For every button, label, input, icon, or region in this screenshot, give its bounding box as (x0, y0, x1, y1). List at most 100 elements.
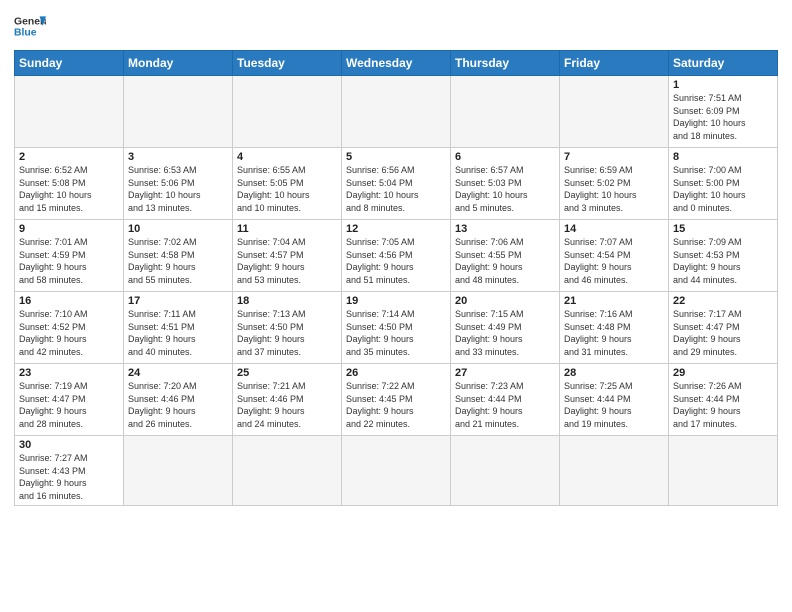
calendar-cell: 5Sunrise: 6:56 AM Sunset: 5:04 PM Daylig… (342, 148, 451, 220)
day-info: Sunrise: 6:55 AM Sunset: 5:05 PM Dayligh… (237, 164, 337, 214)
day-info: Sunrise: 7:26 AM Sunset: 4:44 PM Dayligh… (673, 380, 773, 430)
day-number: 26 (346, 367, 446, 379)
day-number: 20 (455, 295, 555, 307)
day-info: Sunrise: 7:19 AM Sunset: 4:47 PM Dayligh… (19, 380, 119, 430)
day-number: 10 (128, 223, 228, 235)
calendar-cell (560, 76, 669, 148)
day-info: Sunrise: 7:10 AM Sunset: 4:52 PM Dayligh… (19, 308, 119, 358)
day-info: Sunrise: 7:23 AM Sunset: 4:44 PM Dayligh… (455, 380, 555, 430)
calendar-cell: 4Sunrise: 6:55 AM Sunset: 5:05 PM Daylig… (233, 148, 342, 220)
day-number: 4 (237, 151, 337, 163)
calendar-cell: 14Sunrise: 7:07 AM Sunset: 4:54 PM Dayli… (560, 220, 669, 292)
calendar-cell: 8Sunrise: 7:00 AM Sunset: 5:00 PM Daylig… (669, 148, 778, 220)
day-number: 25 (237, 367, 337, 379)
calendar-cell: 24Sunrise: 7:20 AM Sunset: 4:46 PM Dayli… (124, 364, 233, 436)
calendar-cell (451, 436, 560, 506)
day-info: Sunrise: 7:22 AM Sunset: 4:45 PM Dayligh… (346, 380, 446, 430)
day-number: 9 (19, 223, 119, 235)
calendar-cell: 16Sunrise: 7:10 AM Sunset: 4:52 PM Dayli… (15, 292, 124, 364)
calendar-cell: 1Sunrise: 7:51 AM Sunset: 6:09 PM Daylig… (669, 76, 778, 148)
day-number: 15 (673, 223, 773, 235)
day-number: 22 (673, 295, 773, 307)
logo-icon: General Blue (14, 10, 46, 42)
calendar-row: 9Sunrise: 7:01 AM Sunset: 4:59 PM Daylig… (15, 220, 778, 292)
page: General Blue SundayMondayTuesdayWednesda… (0, 0, 792, 612)
calendar-cell (342, 436, 451, 506)
weekday-cell: Saturday (669, 51, 778, 76)
day-number: 18 (237, 295, 337, 307)
day-number: 30 (19, 439, 119, 451)
day-info: Sunrise: 7:04 AM Sunset: 4:57 PM Dayligh… (237, 236, 337, 286)
calendar-cell: 27Sunrise: 7:23 AM Sunset: 4:44 PM Dayli… (451, 364, 560, 436)
day-number: 8 (673, 151, 773, 163)
day-info: Sunrise: 7:27 AM Sunset: 4:43 PM Dayligh… (19, 452, 119, 502)
day-number: 2 (19, 151, 119, 163)
weekday-cell: Sunday (15, 51, 124, 76)
calendar-cell: 22Sunrise: 7:17 AM Sunset: 4:47 PM Dayli… (669, 292, 778, 364)
calendar-cell: 13Sunrise: 7:06 AM Sunset: 4:55 PM Dayli… (451, 220, 560, 292)
calendar-row: 2Sunrise: 6:52 AM Sunset: 5:08 PM Daylig… (15, 148, 778, 220)
calendar-cell: 29Sunrise: 7:26 AM Sunset: 4:44 PM Dayli… (669, 364, 778, 436)
calendar-cell: 19Sunrise: 7:14 AM Sunset: 4:50 PM Dayli… (342, 292, 451, 364)
calendar-cell: 15Sunrise: 7:09 AM Sunset: 4:53 PM Dayli… (669, 220, 778, 292)
weekday-cell: Tuesday (233, 51, 342, 76)
calendar-row: 1Sunrise: 7:51 AM Sunset: 6:09 PM Daylig… (15, 76, 778, 148)
calendar-cell (233, 76, 342, 148)
calendar-cell: 28Sunrise: 7:25 AM Sunset: 4:44 PM Dayli… (560, 364, 669, 436)
calendar-cell (124, 436, 233, 506)
day-number: 29 (673, 367, 773, 379)
day-number: 11 (237, 223, 337, 235)
calendar: SundayMondayTuesdayWednesdayThursdayFrid… (14, 50, 778, 506)
day-number: 1 (673, 79, 773, 91)
weekday-cell: Thursday (451, 51, 560, 76)
day-info: Sunrise: 7:06 AM Sunset: 4:55 PM Dayligh… (455, 236, 555, 286)
day-number: 13 (455, 223, 555, 235)
day-info: Sunrise: 7:14 AM Sunset: 4:50 PM Dayligh… (346, 308, 446, 358)
svg-text:Blue: Blue (14, 28, 37, 39)
day-info: Sunrise: 7:11 AM Sunset: 4:51 PM Dayligh… (128, 308, 228, 358)
calendar-cell (15, 76, 124, 148)
day-info: Sunrise: 7:01 AM Sunset: 4:59 PM Dayligh… (19, 236, 119, 286)
day-info: Sunrise: 7:21 AM Sunset: 4:46 PM Dayligh… (237, 380, 337, 430)
calendar-cell: 23Sunrise: 7:19 AM Sunset: 4:47 PM Dayli… (15, 364, 124, 436)
day-info: Sunrise: 7:13 AM Sunset: 4:50 PM Dayligh… (237, 308, 337, 358)
calendar-cell: 11Sunrise: 7:04 AM Sunset: 4:57 PM Dayli… (233, 220, 342, 292)
calendar-cell (451, 76, 560, 148)
day-info: Sunrise: 6:52 AM Sunset: 5:08 PM Dayligh… (19, 164, 119, 214)
calendar-cell (560, 436, 669, 506)
header-area: General Blue (14, 10, 778, 42)
day-info: Sunrise: 7:05 AM Sunset: 4:56 PM Dayligh… (346, 236, 446, 286)
weekday-cell: Friday (560, 51, 669, 76)
calendar-row: 30Sunrise: 7:27 AM Sunset: 4:43 PM Dayli… (15, 436, 778, 506)
day-info: Sunrise: 7:20 AM Sunset: 4:46 PM Dayligh… (128, 380, 228, 430)
calendar-cell: 12Sunrise: 7:05 AM Sunset: 4:56 PM Dayli… (342, 220, 451, 292)
day-info: Sunrise: 7:16 AM Sunset: 4:48 PM Dayligh… (564, 308, 664, 358)
calendar-cell: 10Sunrise: 7:02 AM Sunset: 4:58 PM Dayli… (124, 220, 233, 292)
day-info: Sunrise: 7:17 AM Sunset: 4:47 PM Dayligh… (673, 308, 773, 358)
day-info: Sunrise: 7:09 AM Sunset: 4:53 PM Dayligh… (673, 236, 773, 286)
day-number: 21 (564, 295, 664, 307)
calendar-cell: 6Sunrise: 6:57 AM Sunset: 5:03 PM Daylig… (451, 148, 560, 220)
calendar-cell: 25Sunrise: 7:21 AM Sunset: 4:46 PM Dayli… (233, 364, 342, 436)
day-info: Sunrise: 6:57 AM Sunset: 5:03 PM Dayligh… (455, 164, 555, 214)
day-number: 6 (455, 151, 555, 163)
day-number: 27 (455, 367, 555, 379)
day-number: 19 (346, 295, 446, 307)
day-number: 12 (346, 223, 446, 235)
calendar-cell: 18Sunrise: 7:13 AM Sunset: 4:50 PM Dayli… (233, 292, 342, 364)
logo: General Blue (14, 10, 46, 42)
calendar-cell: 17Sunrise: 7:11 AM Sunset: 4:51 PM Dayli… (124, 292, 233, 364)
calendar-cell: 30Sunrise: 7:27 AM Sunset: 4:43 PM Dayli… (15, 436, 124, 506)
day-number: 3 (128, 151, 228, 163)
day-number: 7 (564, 151, 664, 163)
day-info: Sunrise: 7:07 AM Sunset: 4:54 PM Dayligh… (564, 236, 664, 286)
day-number: 16 (19, 295, 119, 307)
weekday-cell: Monday (124, 51, 233, 76)
calendar-cell: 2Sunrise: 6:52 AM Sunset: 5:08 PM Daylig… (15, 148, 124, 220)
calendar-cell (669, 436, 778, 506)
day-number: 28 (564, 367, 664, 379)
day-number: 23 (19, 367, 119, 379)
day-info: Sunrise: 7:25 AM Sunset: 4:44 PM Dayligh… (564, 380, 664, 430)
day-number: 24 (128, 367, 228, 379)
day-info: Sunrise: 7:02 AM Sunset: 4:58 PM Dayligh… (128, 236, 228, 286)
